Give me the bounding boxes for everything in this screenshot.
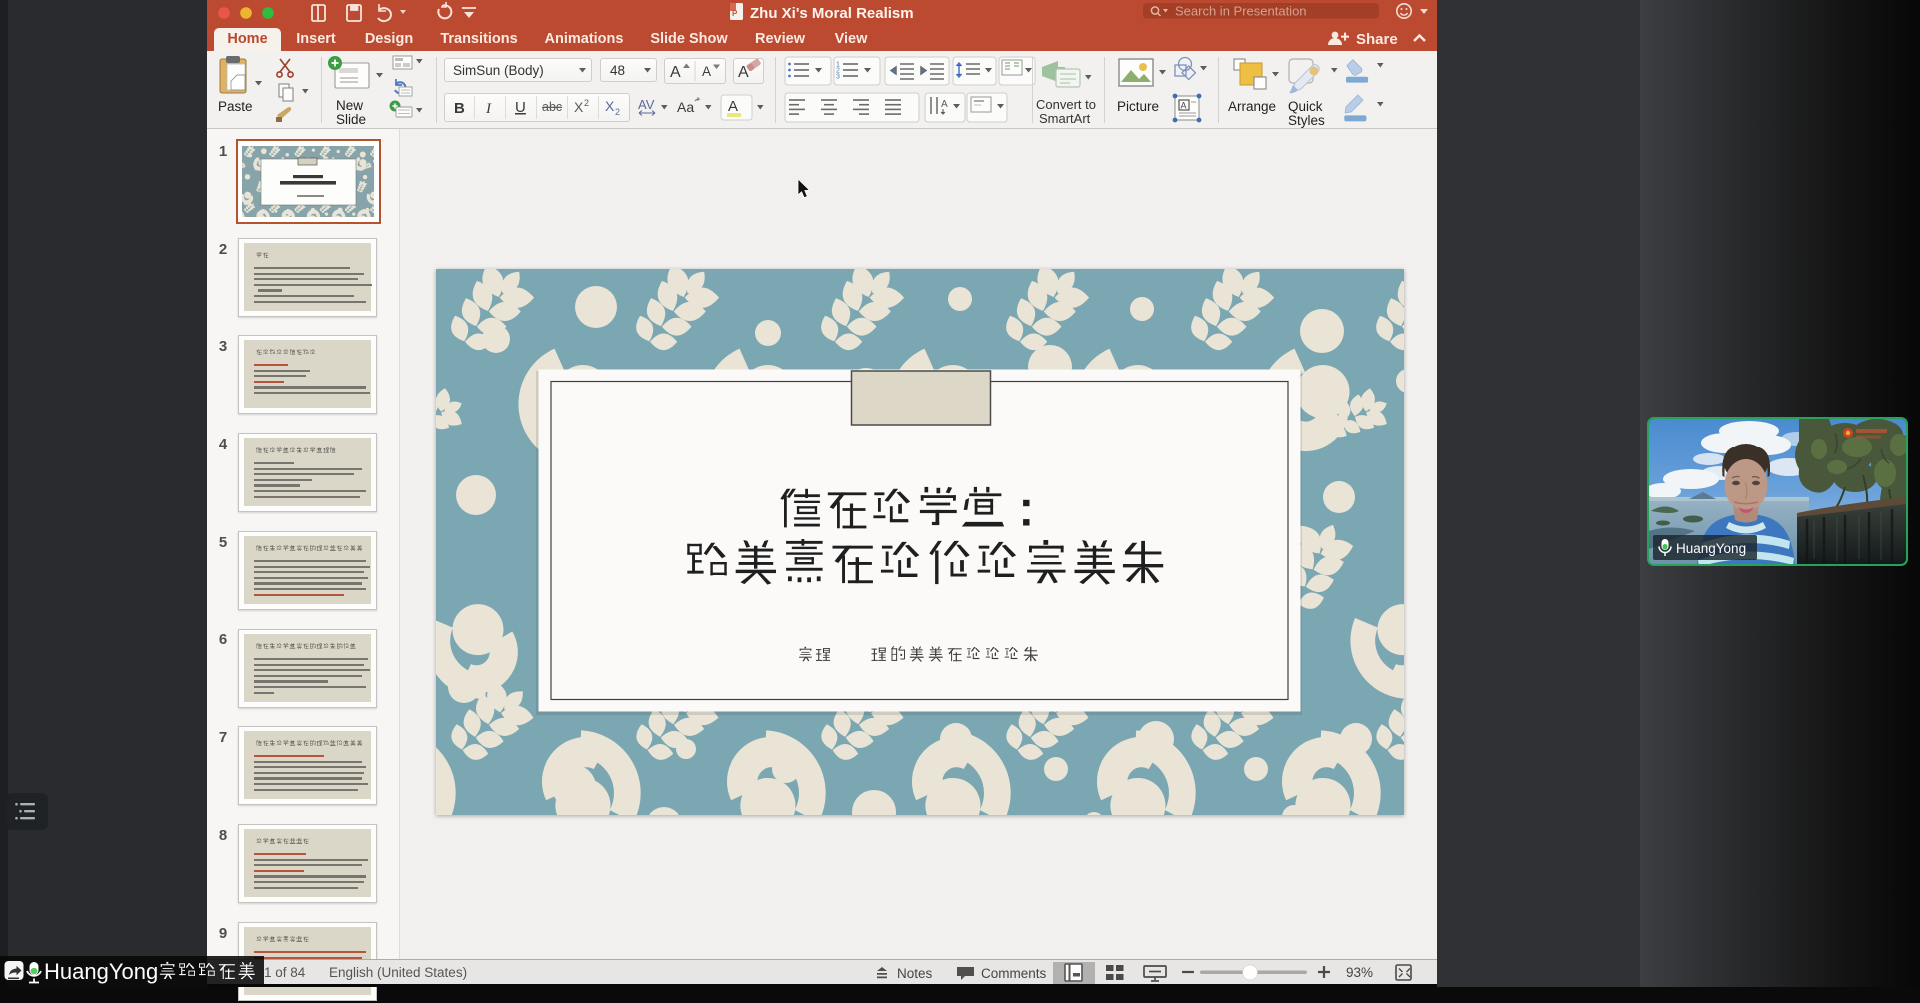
- svg-text:93%: 93%: [1346, 965, 1373, 980]
- svg-text:Picture: Picture: [1117, 99, 1159, 114]
- svg-text:A: A: [702, 64, 711, 79]
- svg-text:X: X: [574, 99, 584, 115]
- svg-text:I: I: [485, 101, 492, 117]
- svg-text:Styles: Styles: [1288, 113, 1325, 128]
- svg-text:A: A: [1181, 101, 1187, 111]
- svg-text:AV: AV: [638, 97, 655, 112]
- svg-text:3: 3: [836, 74, 840, 81]
- svg-text:Convert to: Convert to: [1036, 97, 1096, 112]
- svg-text:HuangYong: HuangYong: [1676, 541, 1746, 556]
- svg-text:Quick: Quick: [1288, 99, 1323, 114]
- svg-text:HuangYong: HuangYong: [44, 959, 158, 984]
- svg-text:Aa: Aa: [677, 99, 694, 115]
- svg-text:2: 2: [584, 98, 589, 108]
- svg-text:abc: abc: [542, 100, 562, 114]
- svg-text:U: U: [515, 99, 526, 116]
- svg-text:Search in Presentation: Search in Presentation: [1175, 4, 1307, 19]
- svg-text:X: X: [605, 98, 615, 114]
- svg-text:2: 2: [615, 107, 620, 117]
- svg-text:New: New: [336, 98, 363, 113]
- svg-text:A: A: [670, 64, 681, 81]
- svg-text:Zhu Xi's Moral Realism: Zhu Xi's Moral Realism: [750, 5, 914, 22]
- svg-text:Paste: Paste: [218, 99, 253, 114]
- svg-text:A: A: [941, 99, 948, 110]
- svg-text:B: B: [454, 100, 465, 117]
- svg-text:Arrange: Arrange: [1228, 99, 1276, 114]
- svg-text:Slide: Slide: [336, 112, 366, 127]
- svg-text:SmartArt: SmartArt: [1039, 111, 1091, 126]
- svg-text:Notes: Notes: [897, 966, 933, 981]
- svg-text:A: A: [728, 98, 738, 115]
- svg-text:Comments: Comments: [981, 966, 1047, 981]
- svg-text:Share: Share: [1356, 31, 1398, 48]
- svg-text:P: P: [732, 9, 738, 18]
